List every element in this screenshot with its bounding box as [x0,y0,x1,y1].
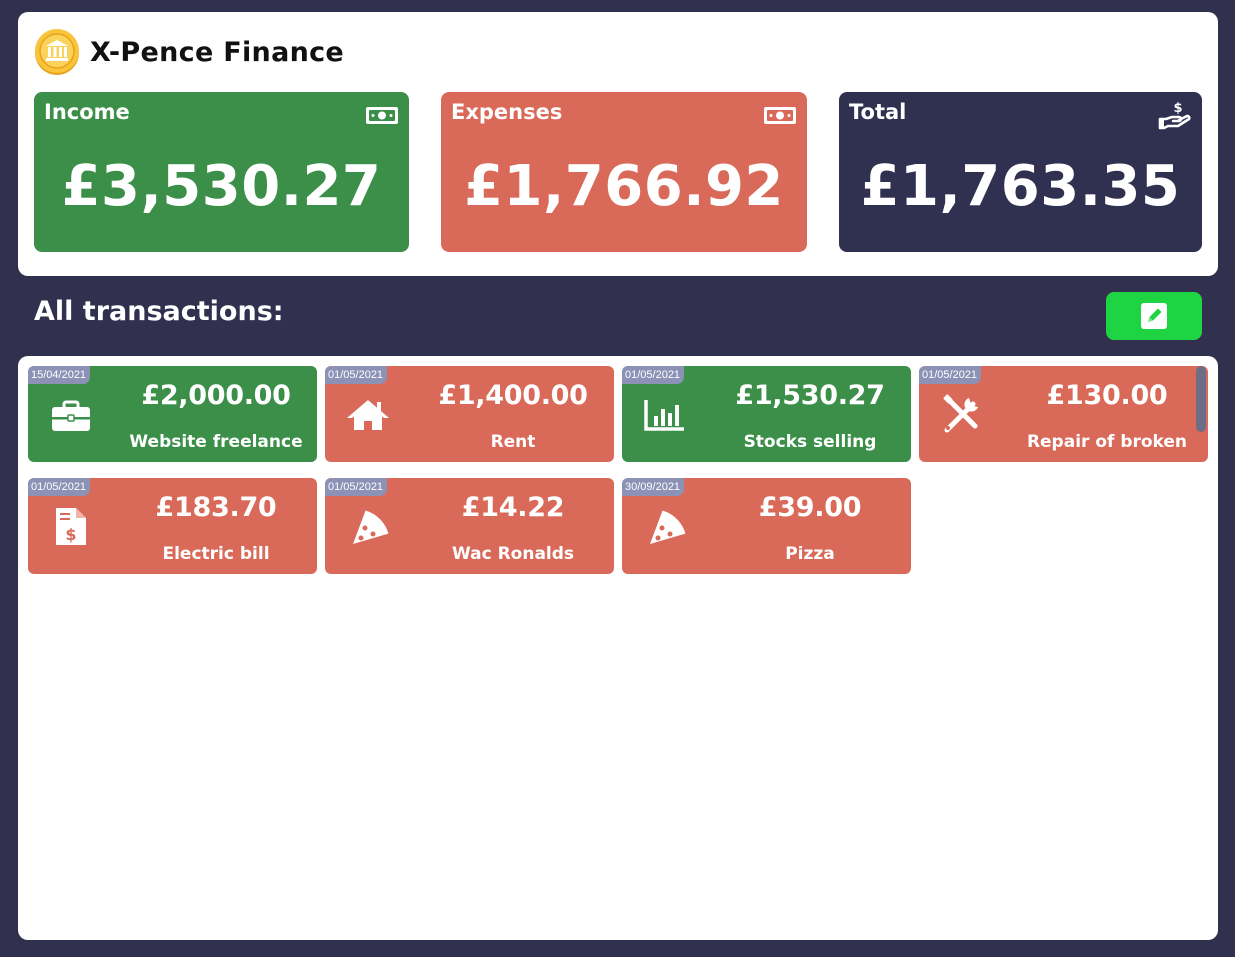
transaction-description: Pizza [785,544,835,564]
transaction-description: Website freelance [129,432,303,452]
hand-holding-dollar-icon: $ [1158,101,1191,130]
bar-chart-icon [642,394,688,434]
transaction-card[interactable]: 01/05/2021 £130.00 Repair of broken [919,366,1208,462]
transaction-amount: £130.00 [1046,380,1168,411]
total-card: Total $ £1,763.35 [839,92,1202,252]
income-amount: £3,530.27 [61,154,382,219]
transaction-description: Stocks selling [743,432,877,452]
expenses-amount: £1,766.92 [464,154,784,219]
briefcase-icon [48,394,94,434]
brand: X-Pence Finance [34,28,344,76]
transaction-date: 30/09/2021 [622,478,685,496]
svg-text:$: $ [1173,101,1182,116]
scrollbar-thumb[interactable] [1196,366,1206,432]
transaction-card[interactable]: 01/05/2021 £14.22 Wac Ronalds [325,478,614,574]
pizza-slice-icon [345,506,391,546]
transactions-heading: All transactions: [34,296,284,327]
transaction-amount: £183.70 [155,492,277,523]
transaction-date: 01/05/2021 [28,478,91,496]
banknote-icon [764,107,796,124]
transaction-card[interactable]: 01/05/2021 £1,400.00 Rent [325,366,614,462]
summary-panel: X-Pence Finance Income £3,530.27 Expense… [18,12,1218,276]
transaction-date: 01/05/2021 [622,366,685,384]
transaction-date: 01/05/2021 [325,478,388,496]
total-amount: £1,763.35 [860,154,1181,219]
transaction-card[interactable]: 01/05/2021 £1,530.27 Stocks selling [622,366,911,462]
transactions-grid: 15/04/2021 £2,000.00 Website freelance 0… [28,366,1208,586]
transaction-description: Repair of broken [1026,432,1188,452]
transaction-description: Electric bill [162,544,270,564]
coin-bank-icon [35,29,79,75]
transaction-card[interactable]: 01/05/2021 $ £183.70 Electric bill [28,478,317,574]
income-card: Income £3,530.27 [34,92,409,252]
transaction-date: 15/04/2021 [28,366,91,384]
total-label: Total [849,100,907,124]
transaction-description: Wac Ronalds [451,544,575,564]
tools-icon [939,394,985,434]
banknote-icon [366,107,398,124]
transaction-date: 01/05/2021 [325,366,388,384]
income-label: Income [44,100,130,124]
transaction-description: Rent [490,432,536,452]
house-icon [345,394,391,434]
invoice-dollar-icon: $ [48,506,94,546]
svg-text:$: $ [65,525,76,544]
transaction-amount: £1,400.00 [438,380,588,411]
expenses-label: Expenses [451,100,563,124]
transaction-amount: £14.22 [461,492,565,523]
transaction-amount: £39.00 [758,492,862,523]
transaction-card[interactable]: 30/09/2021 £39.00 Pizza [622,478,911,574]
pencil-square-icon [1141,303,1167,329]
transaction-amount: £1,530.27 [735,380,885,411]
transaction-card[interactable]: 15/04/2021 £2,000.00 Website freelance [28,366,317,462]
transactions-panel: 15/04/2021 £2,000.00 Website freelance 0… [18,356,1218,940]
transaction-amount: £2,000.00 [141,380,291,411]
pizza-slice-icon [642,506,688,546]
app-title: X-Pence Finance [90,36,345,68]
transaction-date: 01/05/2021 [919,366,982,384]
edit-transactions-button[interactable] [1106,292,1202,340]
expenses-card: Expenses £1,766.92 [441,92,807,252]
